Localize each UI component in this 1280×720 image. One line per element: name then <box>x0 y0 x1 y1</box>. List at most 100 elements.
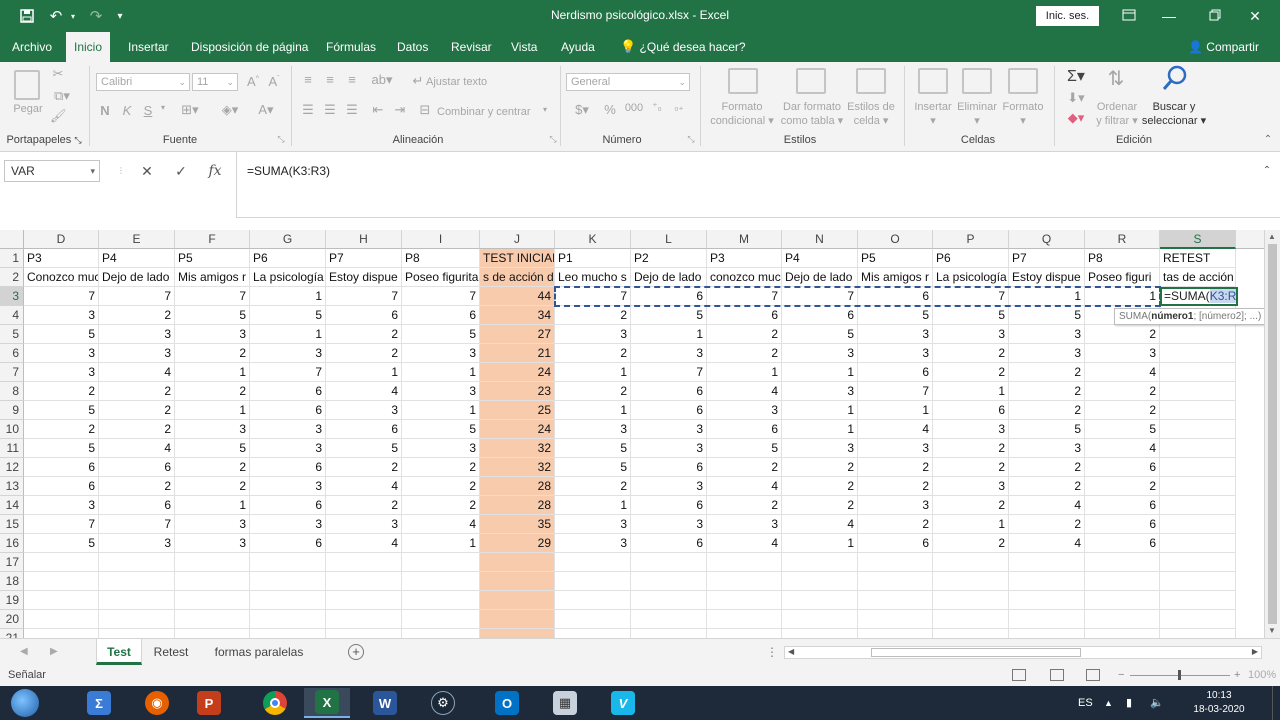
cell-p6[interactable]: 2 <box>933 344 1009 363</box>
cell-s11[interactable] <box>1160 439 1236 458</box>
cell-s14[interactable] <box>1160 496 1236 515</box>
cell-s3-editor[interactable]: =SUMA(K3:R3) <box>1160 287 1238 306</box>
cell-l5[interactable]: 1 <box>631 325 707 344</box>
cell-f5[interactable]: 3 <box>175 325 250 344</box>
cell-d15[interactable]: 7 <box>24 515 99 534</box>
cell-g11[interactable]: 3 <box>250 439 326 458</box>
cell-l8[interactable]: 6 <box>631 382 707 401</box>
column-header-n[interactable]: N <box>782 230 858 249</box>
cell-q19[interactable] <box>1009 591 1085 610</box>
row-header-1[interactable]: 1 <box>0 249 24 268</box>
cell-f2[interactable]: Mis amigos r <box>175 268 250 287</box>
cell-r1[interactable]: P8 <box>1085 249 1160 268</box>
row-header-6[interactable]: 6 <box>0 344 24 363</box>
autosum-icon[interactable]: Σ▾ <box>1062 66 1090 86</box>
cell-l1[interactable]: P2 <box>631 249 707 268</box>
cell-p13[interactable]: 3 <box>933 477 1009 496</box>
cell-o17[interactable] <box>858 553 933 572</box>
cell-m14[interactable]: 2 <box>707 496 782 515</box>
cell-i18[interactable] <box>402 572 480 591</box>
cell-n6[interactable]: 3 <box>782 344 858 363</box>
cell-m12[interactable]: 2 <box>707 458 782 477</box>
align-middle-icon[interactable]: ≡ <box>322 72 338 87</box>
expand-formula-bar-icon[interactable]: ⌃ <box>1258 160 1276 182</box>
cell-m9[interactable]: 3 <box>707 401 782 420</box>
font-size-select[interactable]: 11 ⌄ <box>192 73 238 91</box>
cell-i2[interactable]: Poseo figurita <box>402 268 480 287</box>
cell-q4[interactable]: 5 <box>1009 306 1085 325</box>
cell-i4[interactable]: 6 <box>402 306 480 325</box>
cell-k15[interactable]: 3 <box>555 515 631 534</box>
cell-n13[interactable]: 2 <box>782 477 858 496</box>
function-tooltip[interactable]: SUMA(número1; [número2]; ...) <box>1114 308 1264 325</box>
cell-k20[interactable] <box>555 610 631 629</box>
tray-expand-icon[interactable]: ▲ <box>1104 686 1113 720</box>
cell-h20[interactable] <box>326 610 402 629</box>
cell-l4[interactable]: 5 <box>631 306 707 325</box>
cell-l18[interactable] <box>631 572 707 591</box>
page-layout-view-icon[interactable] <box>1050 669 1064 681</box>
cell-m16[interactable]: 4 <box>707 534 782 553</box>
cell-d20[interactable] <box>24 610 99 629</box>
cell-s13[interactable] <box>1160 477 1236 496</box>
row-header-9[interactable]: 9 <box>0 401 24 420</box>
cell-d4[interactable]: 3 <box>24 306 99 325</box>
cell-h17[interactable] <box>326 553 402 572</box>
fill-color-icon[interactable]: ◈▾ <box>218 102 242 118</box>
cell-d18[interactable] <box>24 572 99 591</box>
cell-k6[interactable]: 2 <box>555 344 631 363</box>
cell-l7[interactable]: 7 <box>631 363 707 382</box>
cell-k7[interactable]: 1 <box>555 363 631 382</box>
cell-s19[interactable] <box>1160 591 1236 610</box>
confirm-entry-icon[interactable]: ✓ <box>168 160 194 182</box>
merge-dropdown-icon[interactable]: ▾ <box>540 105 550 114</box>
cancel-entry-icon[interactable]: ✕ <box>134 160 160 182</box>
cell-o10[interactable]: 4 <box>858 420 933 439</box>
cell-l17[interactable] <box>631 553 707 572</box>
row-header-17[interactable]: 17 <box>0 553 24 572</box>
merge-icon[interactable]: ⊟ <box>418 102 432 118</box>
cell-f1[interactable]: P5 <box>175 249 250 268</box>
cell-d10[interactable]: 2 <box>24 420 99 439</box>
cell-m4[interactable]: 6 <box>707 306 782 325</box>
vertical-scrollbar[interactable]: ▲ ▼ <box>1264 230 1280 638</box>
cell-d13[interactable]: 6 <box>24 477 99 496</box>
cell-h8[interactable]: 4 <box>326 382 402 401</box>
cut-icon[interactable]: ✂ <box>50 66 66 82</box>
cell-q10[interactable]: 5 <box>1009 420 1085 439</box>
cell-i13[interactable]: 2 <box>402 477 480 496</box>
column-header-f[interactable]: F <box>175 230 250 249</box>
zoom-slider-thumb[interactable] <box>1178 670 1181 680</box>
cell-q2[interactable]: Estoy dispue <box>1009 268 1085 287</box>
cell-p4[interactable]: 5 <box>933 306 1009 325</box>
cell-r13[interactable]: 2 <box>1085 477 1160 496</box>
cell-h4[interactable]: 6 <box>326 306 402 325</box>
cell-p10[interactable]: 3 <box>933 420 1009 439</box>
cell-j21[interactable] <box>480 629 555 638</box>
cell-g16[interactable]: 6 <box>250 534 326 553</box>
cell-j17[interactable] <box>480 553 555 572</box>
cell-j1[interactable]: TEST INICIAL <box>480 249 555 268</box>
cell-f9[interactable]: 1 <box>175 401 250 420</box>
cell-d17[interactable] <box>24 553 99 572</box>
currency-icon[interactable]: $▾ <box>572 102 592 118</box>
cell-o4[interactable]: 5 <box>858 306 933 325</box>
row-header-21[interactable]: 21 <box>0 629 24 638</box>
cell-j19[interactable] <box>480 591 555 610</box>
cell-n3[interactable]: 7 <box>782 287 858 306</box>
cell-h6[interactable]: 2 <box>326 344 402 363</box>
delete-cells-icon[interactable] <box>962 68 992 94</box>
number-dialog-launcher-icon[interactable]: ⤡ <box>686 134 696 145</box>
cell-o2[interactable]: Mis amigos r <box>858 268 933 287</box>
column-header-r[interactable]: R <box>1085 230 1160 249</box>
cell-o6[interactable]: 3 <box>858 344 933 363</box>
cell-e9[interactable]: 2 <box>99 401 175 420</box>
font-dialog-launcher-icon[interactable]: ⤡ <box>276 134 286 145</box>
sheet-tab-retest[interactable]: Retest <box>144 639 198 665</box>
add-sheet-icon[interactable]: + <box>348 644 364 660</box>
cell-q3[interactable]: 1 <box>1009 287 1085 306</box>
cell-d14[interactable]: 3 <box>24 496 99 515</box>
cell-g19[interactable] <box>250 591 326 610</box>
cell-h3[interactable]: 7 <box>326 287 402 306</box>
cell-s5[interactable] <box>1160 325 1236 344</box>
